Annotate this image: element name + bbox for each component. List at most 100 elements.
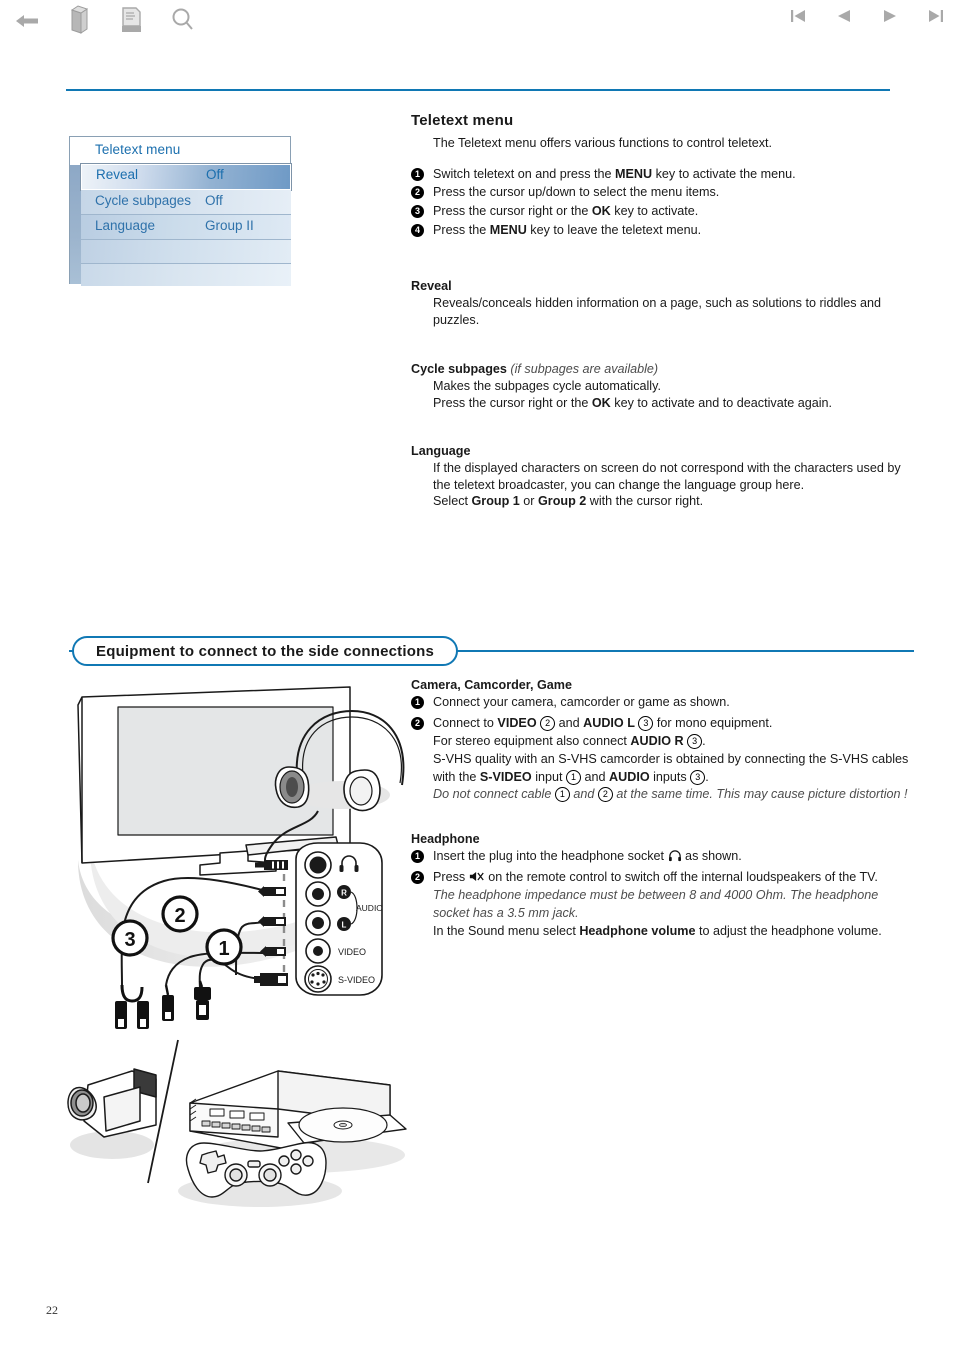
language-line2-pre: Select — [433, 494, 472, 509]
headphone-heading: Headphone — [411, 832, 480, 846]
list-item: 2 Press the cursor up/down to select the… — [411, 184, 911, 202]
back-icon[interactable] — [10, 4, 44, 38]
gamepad-illustration — [178, 1142, 342, 1207]
equipment-section-header: Equipment to connect to the side connect… — [69, 636, 914, 666]
language-line2: Select Group 1 or Group 2 with the curso… — [433, 493, 911, 510]
previous-page-icon[interactable] — [834, 6, 854, 26]
language-section: Language If the displayed characters on … — [411, 444, 911, 510]
camera-heading: Camera, Camcorder, Game — [411, 678, 573, 692]
first-page-icon[interactable] — [788, 6, 808, 26]
callout-ref: 1 — [566, 769, 582, 785]
t: . — [702, 733, 706, 748]
step-text-post: key to activate. — [610, 204, 699, 219]
camera-step1-text: Connect your camera, camcorder or game a… — [433, 695, 730, 709]
t: and — [555, 715, 584, 730]
t: . — [705, 769, 709, 784]
headphone-step2-pre: Press — [433, 869, 469, 884]
headphone-step2-post: on the remote control to switch off the … — [484, 869, 878, 884]
next-page-icon[interactable] — [880, 6, 900, 26]
headphone-volume-label: Headphone volume — [579, 923, 696, 938]
osd-row-reveal[interactable]: Reveal Off — [81, 164, 291, 190]
audio-l-plug — [258, 916, 286, 927]
audio-l-letter: L — [342, 921, 347, 930]
step-text-post: key to leave the teletext menu. — [526, 223, 702, 238]
list-item: 3 Press the cursor right or the OK key t… — [411, 203, 911, 221]
camera-warning-note: Do not connect cable 1 and 2 at the same… — [433, 787, 908, 803]
step-number-badge: 1 — [411, 167, 424, 181]
callout-3-label: 3 — [124, 929, 135, 951]
camera-step2-line2: For stereo equipment also connect AUDIO … — [433, 733, 706, 749]
reveal-section: Reveal Reveals/conceals hidden informati… — [411, 279, 911, 328]
cycle-subpages-heading: Cycle subpages (if subpages are availabl… — [411, 362, 911, 376]
reveal-heading: Reveal — [411, 279, 452, 293]
list-item: 1 Insert the plug into the headphone soc… — [411, 848, 911, 866]
language-line2-post: with the cursor right. — [586, 494, 704, 509]
osd-title: Teletext menu — [95, 142, 181, 157]
cycle-line2-pre: Press the cursor right or the — [433, 395, 592, 410]
step-number-badge: 2 — [411, 870, 424, 884]
video-label: VIDEO — [497, 715, 537, 730]
teletext-section: Teletext menu The Teletext menu offers v… — [411, 112, 911, 241]
search-icon[interactable] — [166, 4, 200, 38]
section-title-pill: Equipment to connect to the side connect… — [72, 636, 458, 666]
audio-label-text: AUDIO — [356, 903, 383, 913]
osd-row-list: Reveal Off Cycle subpages Off Language G… — [81, 164, 291, 286]
osd-row-value: Off — [205, 193, 223, 208]
t: In the Sound menu select — [433, 923, 580, 938]
t: For stereo equipment also connect — [433, 733, 631, 748]
headphone-volume-line: In the Sound menu select Headphone volum… — [433, 924, 882, 938]
osd-row-cycle-subpages[interactable]: Cycle subpages Off — [81, 190, 291, 215]
svideo-label-text: S-VIDEO — [338, 975, 375, 985]
svideo-plug — [254, 973, 288, 986]
callout-ref: 2 — [597, 787, 613, 803]
list-item: 1 Connect your camera, camcorder or game… — [411, 694, 911, 712]
language-group1: Group 1 — [471, 494, 520, 509]
mute-icon — [469, 870, 485, 884]
header-divider — [66, 89, 890, 91]
book-3d-icon[interactable] — [62, 4, 96, 38]
page-number: 22 — [46, 1303, 58, 1317]
callout-ref: 2 — [540, 715, 556, 731]
toolbar-right-group — [788, 6, 946, 26]
language-line1: If the displayed characters on screen do… — [433, 461, 901, 492]
headphone-icon — [668, 849, 682, 863]
osd-row-label: Reveal — [96, 167, 139, 182]
step-text-bold: MENU — [615, 166, 653, 181]
t: Do not connect cable — [433, 787, 555, 802]
cycle-subpages-line1: Makes the subpages cycle automatically. — [433, 379, 661, 393]
step-number-badge: 4 — [411, 224, 424, 238]
t: input — [531, 769, 567, 784]
list-item: 2 Connect to VIDEO 2 and AUDIO L 3 for m… — [411, 715, 911, 804]
cycle-subpages-section: Cycle subpages (if subpages are availabl… — [411, 362, 911, 411]
video-label-text: VIDEO — [338, 947, 366, 957]
headphone-impedance-note: The headphone impedance must be between … — [433, 887, 879, 920]
document-icon[interactable] — [114, 4, 148, 38]
callout-1-label: 1 — [218, 938, 229, 960]
list-item: 1 Switch teletext on and press the MENU … — [411, 166, 911, 184]
step-number-badge: 3 — [411, 205, 424, 219]
side-connections-diagram: R L AUDIO VIDEO S-VIDEO 3 2 1 — [60, 685, 410, 1215]
osd-row-label: Cycle subpages — [95, 193, 192, 208]
teletext-osd-panel: Teletext menu Reveal Off Cycle subpages … — [69, 136, 291, 286]
osd-row-language[interactable]: Language Group II — [81, 215, 291, 240]
camera-step2-line3: S-VHS quality with an S-VHS camcorder is… — [433, 752, 908, 785]
audio-r-label: AUDIO R — [630, 733, 684, 748]
callout-ref: 3 — [638, 715, 654, 731]
teletext-intro: The Teletext menu offers various functio… — [433, 136, 773, 150]
step-number-badge: 1 — [411, 850, 424, 863]
osd-row-label: Language — [95, 218, 156, 233]
section-title-text: Equipment to connect to the side connect… — [96, 642, 434, 660]
step-text-pre: Press the — [433, 223, 490, 238]
audio-l-label: AUDIO L — [583, 715, 635, 730]
teletext-steps-list: 1 Switch teletext on and press the MENU … — [411, 166, 911, 241]
teletext-heading: Teletext menu — [411, 112, 514, 129]
step-text-pre: Press the cursor right or the — [433, 204, 592, 219]
t: Connect to — [433, 715, 498, 730]
callout-ref: 3 — [687, 733, 703, 749]
camera-step2-line1: Connect to VIDEO 2 and AUDIO L 3 for mon… — [433, 715, 772, 731]
last-page-icon[interactable] — [926, 6, 946, 26]
headphone-steps-list: 1 Insert the plug into the headphone soc… — [411, 848, 911, 940]
step-text-bold: MENU — [489, 223, 527, 238]
cycle-subpages-heading-note: (if subpages are available) — [510, 362, 659, 376]
osd-row-empty-2 — [81, 264, 291, 286]
